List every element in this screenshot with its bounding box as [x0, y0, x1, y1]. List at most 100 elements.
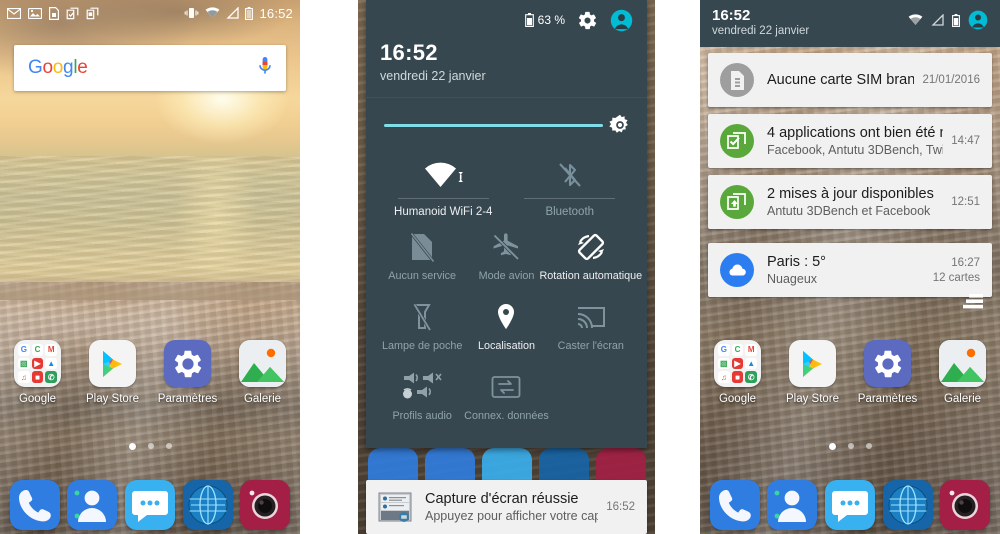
brightness-track [384, 124, 603, 127]
folder-app-0: G [18, 344, 30, 356]
tile-cast-screen[interactable]: Caster l'écran [549, 300, 633, 352]
notification-card[interactable]: Capture d'écran réussie Appuyez pour aff… [366, 480, 647, 534]
app-grid-row: G C M ▧ ▶ ▲ ♫ ■ ✆ Google Play Store Paramètres Galer… [0, 340, 300, 405]
app-param-tres[interactable]: Paramètres [157, 340, 219, 405]
tile-location-pin[interactable]: Localisation [464, 300, 548, 352]
app-play-store[interactable]: Play Store [82, 340, 144, 405]
page-dot-0[interactable] [128, 443, 136, 450]
cast-screen-icon [576, 300, 606, 334]
notification-shade-header: 16:52 vendredi 22 janvier [700, 0, 1000, 47]
notification-time: 14:47 [951, 135, 980, 147]
tile-airplane[interactable]: Mode avion [464, 230, 548, 282]
screenshot-thumbnail-icon [378, 490, 412, 524]
browser-globe-icon[interactable] [882, 480, 933, 530]
folder-app-7: ■ [31, 371, 44, 383]
user-avatar-icon[interactable] [968, 10, 988, 30]
gallery-icon [239, 340, 286, 387]
signal-no-service-icon [226, 6, 240, 19]
battery-icon [524, 13, 534, 27]
tile-bluetooth[interactable]: Bluetooth [507, 154, 634, 218]
contacts-icon[interactable] [767, 480, 818, 530]
app-param-tres[interactable]: Paramètres [857, 340, 919, 405]
tile-data-connection[interactable]: Connex. données [464, 370, 549, 422]
microphone-icon[interactable] [258, 56, 272, 81]
screenshot-notification[interactable]: Capture d'écran réussie Appuyez pour aff… [366, 480, 647, 534]
notification-time: 21/01/2016 [922, 74, 980, 86]
notification-text: Aucune carte SIM branchée [767, 72, 914, 88]
page-dot-1[interactable] [147, 443, 154, 449]
contacts-icon[interactable] [67, 480, 118, 530]
tile-label: Mode avion [478, 270, 535, 282]
battery-status: 63 % [524, 13, 565, 27]
user-avatar-icon[interactable] [610, 9, 633, 32]
brightness-slider[interactable] [380, 114, 633, 138]
dock [700, 480, 1000, 530]
sim-off-icon [409, 230, 435, 264]
sim-card-icon [49, 6, 59, 20]
tile-sim-off[interactable]: Aucun service [380, 230, 464, 282]
messages-icon[interactable] [824, 480, 875, 530]
battery-percent-label: 63 % [537, 13, 565, 27]
tile-auto-rotate[interactable]: Rotation automatique [540, 230, 642, 282]
brightness-sun-icon[interactable] [609, 114, 631, 141]
folder-app-5: ▲ [45, 357, 57, 370]
tile-divider [397, 198, 489, 199]
shade-body: Humanoid WiFi 2-4 Bluetooth Aucun servic… [366, 97, 647, 448]
page-dot-2[interactable] [165, 443, 172, 449]
page-dot-1[interactable] [847, 443, 854, 449]
notification-subtitle: Appuyez pour afficher votre capture d'éc… [425, 509, 599, 523]
wifi-icon [423, 156, 464, 194]
shade-date: vendredi 22 janvier [712, 25, 810, 38]
quick-settings-panel: 63 % 16:52 vendredi 22 janvier Humanoid … [358, 0, 655, 534]
clear-all-notifications-icon[interactable] [962, 293, 986, 316]
shade-status-icons [908, 7, 988, 30]
app-google[interactable]: G C M ▧ ▶ ▲ ♫ ■ ✆ Google [707, 340, 769, 405]
folder-app-1: C [731, 344, 744, 356]
weather-notification[interactable]: Paris : 5° Nuageux 16:27 12 cartes [708, 243, 992, 297]
tile-label: Lampe de poche [381, 340, 463, 352]
camera-icon[interactable] [240, 480, 291, 530]
google-logo-letter-3: g [63, 57, 74, 78]
tile-wifi[interactable]: Humanoid WiFi 2-4 [380, 154, 507, 218]
google-logo-letter-0: G [28, 57, 43, 78]
shade-clock: 16:52 [712, 7, 751, 24]
app-label: Play Store [785, 393, 840, 405]
phone-icon[interactable] [9, 480, 60, 530]
app-galerie[interactable]: Galerie [232, 340, 294, 405]
browser-globe-icon[interactable] [182, 480, 233, 530]
notification-meta: 16:27 12 cartes [933, 257, 980, 284]
app-galerie[interactable]: Galerie [932, 340, 994, 405]
folder-app-4: ▶ [31, 357, 44, 370]
airplane-icon [491, 230, 521, 264]
status-bar-clock: 16:52 [259, 5, 293, 21]
tile-label: Localisation [477, 340, 535, 352]
google-logo-letter-5: e [77, 57, 88, 78]
notification-card[interactable]: 2 mises à jour disponibles Antutu 3DBench… [708, 175, 992, 229]
camera-icon[interactable] [940, 480, 991, 530]
notification-text: Capture d'écran réussie Appuyez pour aff… [425, 491, 598, 523]
app-grid-row: G C M ▧ ▶ ▲ ♫ ■ ✆ Google Play Store Paramètres Galer… [700, 340, 1000, 405]
notification-card[interactable]: 4 applications ont bien été mise.. Facebo… [708, 114, 992, 168]
location-pin-icon [495, 300, 517, 334]
notification-extra: 12 cartes [932, 271, 980, 284]
notification-card[interactable]: Paris : 5° Nuageux 16:27 12 cartes [708, 243, 992, 297]
tile-flashlight-off[interactable]: Lampe de poche [380, 300, 464, 352]
screenshot-icon [86, 7, 99, 20]
app-google[interactable]: G C M ▧ ▶ ▲ ♫ ■ ✆ Google [7, 340, 69, 405]
folder-app-8: ✆ [745, 371, 757, 383]
page-dot-0[interactable] [828, 443, 836, 450]
quick-settings-tile-grid: Aucun service Mode avion Rotation automati… [380, 218, 642, 440]
google-logo-letter-2: o [52, 57, 64, 78]
app-play-store[interactable]: Play Store [782, 340, 844, 405]
page-dot-2[interactable] [865, 443, 872, 449]
google-search-widget[interactable]: Google [14, 45, 286, 91]
phone-icon[interactable] [709, 480, 760, 530]
flashlight-off-icon [411, 300, 433, 334]
status-bar: 16:52 [0, 0, 300, 26]
tile-audio-profiles[interactable]: Profils audio [380, 370, 464, 422]
google-logo-letter-1: o [42, 57, 53, 78]
messages-icon[interactable] [124, 480, 175, 530]
gear-icon[interactable] [577, 10, 598, 31]
notification-card[interactable]: Aucune carte SIM branchée 21/01/2016 [708, 53, 992, 107]
tile-label: Connex. données [464, 410, 549, 422]
